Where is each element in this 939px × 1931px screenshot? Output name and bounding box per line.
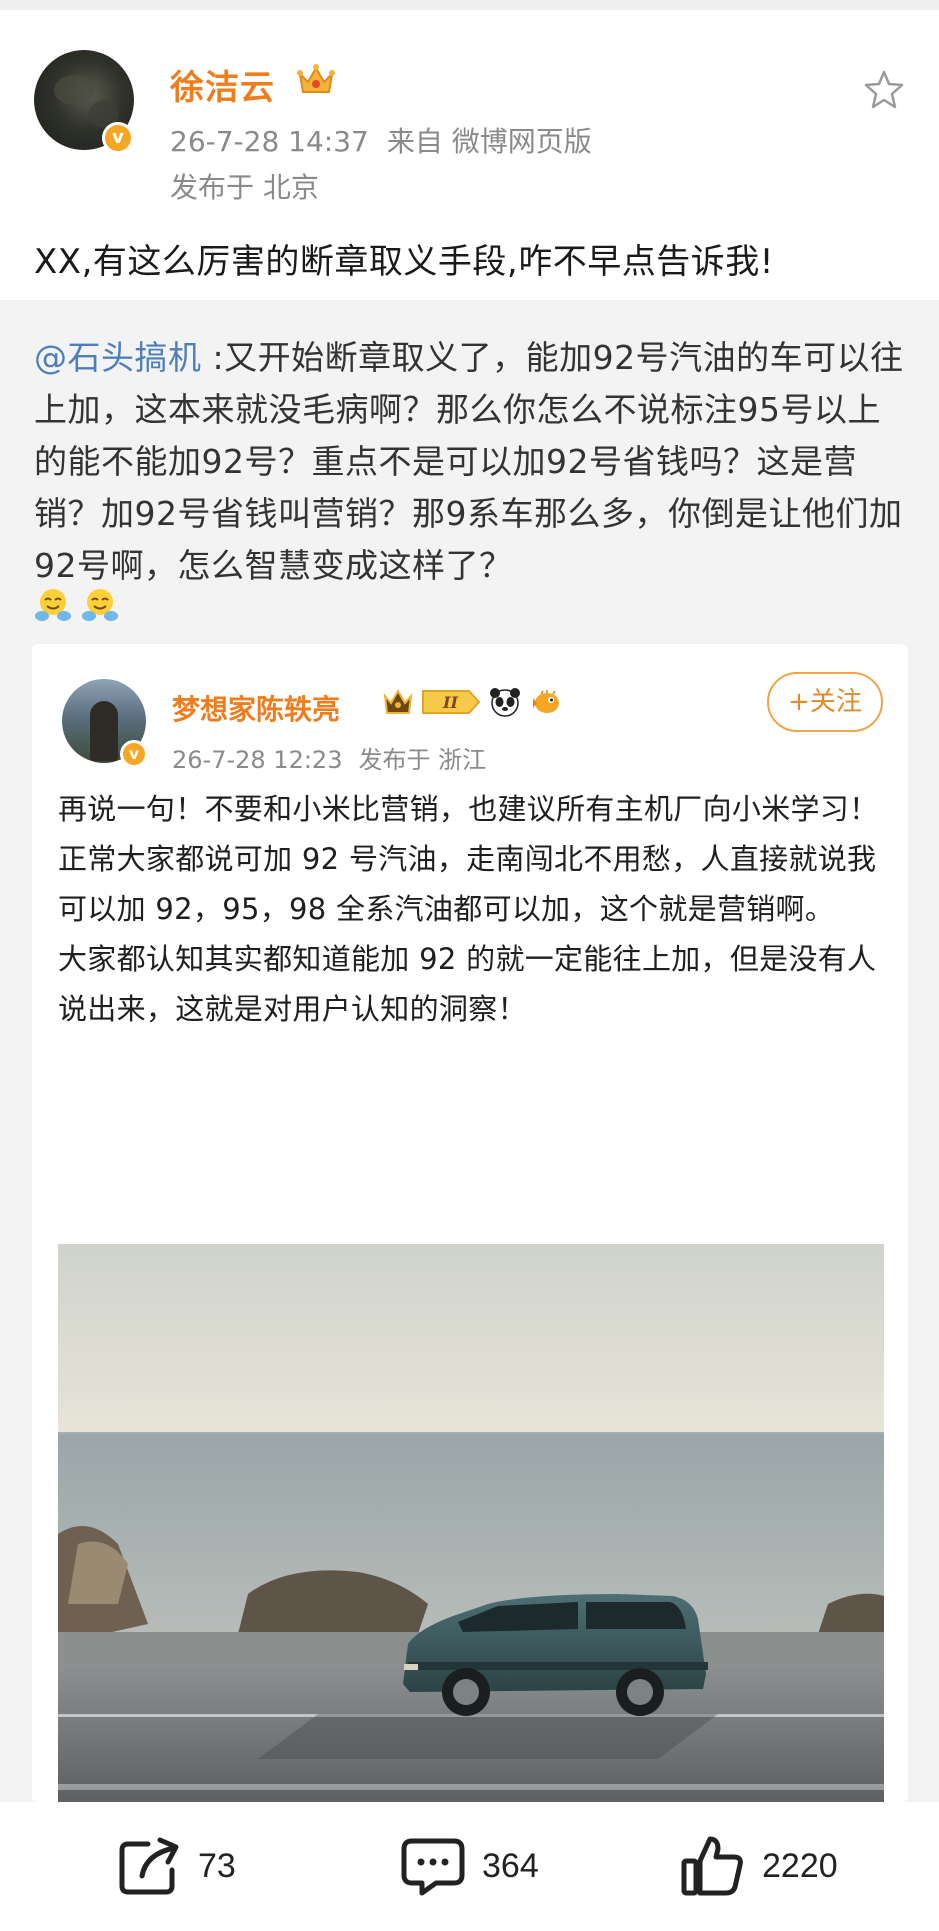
post-date: 26-7-28 14:37 [170,125,369,158]
post-source: 来自 微博网页版 [386,125,592,158]
share-button[interactable]: 73 [118,1836,236,1896]
like-count: 2220 [762,1846,838,1885]
pufferfish-icon [533,690,560,713]
svg-text:II: II [442,693,458,712]
card-author-name[interactable]: 梦想家陈轶亮 [172,688,340,728]
like-button[interactable]: 2220 [680,1836,838,1896]
level-badge-icon: II [422,690,481,714]
share-icon [119,1837,179,1895]
crown-icon [297,64,335,93]
card-date: 26-7-28 12:23 [172,746,343,774]
mention-link[interactable]: @石头搞机 [34,338,202,377]
post-meta: 26-7-28 14:37 来自 微博网页版 [170,120,610,160]
comment-icon [401,1838,465,1896]
top-strip [0,0,939,10]
post-location: 发布于 北京 [170,171,319,204]
quoted-post-card[interactable]: v 梦想家陈轶亮 II 26-7-28 12:23 发布于 浙江 +关注 再说一… [32,644,908,1802]
comment-count: 364 [482,1846,539,1885]
share-count: 73 [198,1846,236,1885]
card-meta: 26-7-28 12:23 发布于 浙江 [172,740,502,775]
card-text: 再说一句！不要和小米比营销，也建议所有主机厂向小米学习！ 正常大家都说可加 92… [58,784,888,1034]
author-name[interactable]: 徐洁云 [170,60,275,109]
card-badges: II [382,686,565,722]
follow-button[interactable]: +关注 [767,672,883,732]
crown-badge-icon [383,689,413,714]
thumbs-up-icon [681,1836,743,1896]
card-paragraph: 大家都认知其实都知道能加 92 的就一定能往上加，但是没有人说出来，这就是对用户… [58,942,877,1026]
panda-icon [490,688,521,717]
hug-emoji-icon [82,589,119,621]
repost-area: @石头搞机 :又开始断章取义了，能加92号汽油的车可以往上加，这本来就没毛病啊？… [0,300,939,1802]
card-verified-icon: v [120,740,148,768]
repost-text: @石头搞机 :又开始断章取义了，能加92号汽油的车可以往上加，这本来就没毛病啊？… [34,332,912,592]
verified-icon: v [102,122,134,154]
card-paragraph: 正常大家都说可加 92 号汽油，走南闯北不用愁，人直接就说我可以加 92，95，… [58,842,877,926]
comment-button[interactable]: 364 [400,1836,539,1896]
hug-emoji-icon [35,589,71,621]
star-icon[interactable] [862,68,906,112]
action-bar: 73 364 2220 [0,1802,939,1931]
post-header: v 徐洁云 26-7-28 14:37 来自 微博网页版 发布于 北京 XX,有这… [0,10,939,300]
post-text: XX,有这么厉害的断章取义手段,咋不早点告诉我! [34,242,774,282]
card-paragraph: 再说一句！不要和小米比营销，也建议所有主机厂向小米学习！ [58,792,879,826]
card-location: 发布于 浙江 [358,746,487,774]
car-photo[interactable] [58,1244,884,1802]
emoji-row [34,586,123,626]
